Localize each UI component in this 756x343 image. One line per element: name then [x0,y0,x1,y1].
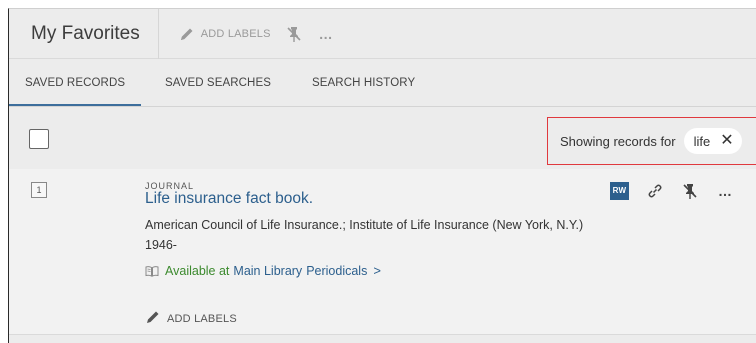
record-title[interactable]: Life insurance fact book. [145,190,313,208]
availability-location: Main Library [233,263,303,278]
record-add-labels-label: ADD LABELS [167,312,237,325]
record-date: 1946- [145,238,177,252]
add-labels-button[interactable]: ADD LABELS [179,26,271,42]
record-add-labels-button[interactable]: ADD LABELS [145,309,237,328]
filter-chip: life ✕ [683,128,742,154]
select-all-checkbox[interactable] [29,129,49,149]
more-actions-button[interactable]: … [319,26,334,42]
unpin-icon[interactable] [285,25,303,43]
pencil-icon [179,26,195,42]
pencil-icon [145,309,161,328]
record-author: American Council of Life Insurance.; Ins… [145,218,584,232]
filter-label: Showing records for [560,133,676,149]
favorites-panel: My Favorites ADD LABELS … SAVED RECORDS … [8,8,756,343]
tab-search-history[interactable]: SEARCH HISTORY [312,60,415,106]
refworks-button[interactable]: RW [610,182,629,200]
book-icon [145,265,159,277]
filter-indicator: Showing records for life ✕ [547,117,756,165]
record-item: 1 JOURNAL Life insurance fact book. Amer… [9,169,756,335]
unpin-icon[interactable] [681,182,699,200]
tab-saved-searches[interactable]: SAVED SEARCHES [165,60,271,106]
record-actions: RW … [610,182,733,200]
close-icon[interactable]: ✕ [720,133,733,149]
favorites-tabs: SAVED RECORDS SAVED SEARCHES SEARCH HIST… [9,60,756,107]
record-more-button[interactable]: … [718,184,733,198]
records-toolbar: Showing records for life ✕ [9,107,756,169]
add-labels-label: ADD LABELS [200,27,271,40]
favorites-header: My Favorites ADD LABELS … [9,9,756,59]
chevron-right-icon: > [373,263,381,278]
availability-collection: Periodicals [306,263,368,278]
filter-chip-text: life [693,133,711,149]
record-number[interactable]: 1 [31,182,47,198]
availability-link[interactable]: Available at Main Library Periodicals > [145,263,381,278]
availability-status: Available at [165,263,230,278]
tab-saved-records[interactable]: SAVED RECORDS [9,60,142,106]
link-icon[interactable] [646,182,664,200]
page-title: My Favorites [9,9,159,59]
